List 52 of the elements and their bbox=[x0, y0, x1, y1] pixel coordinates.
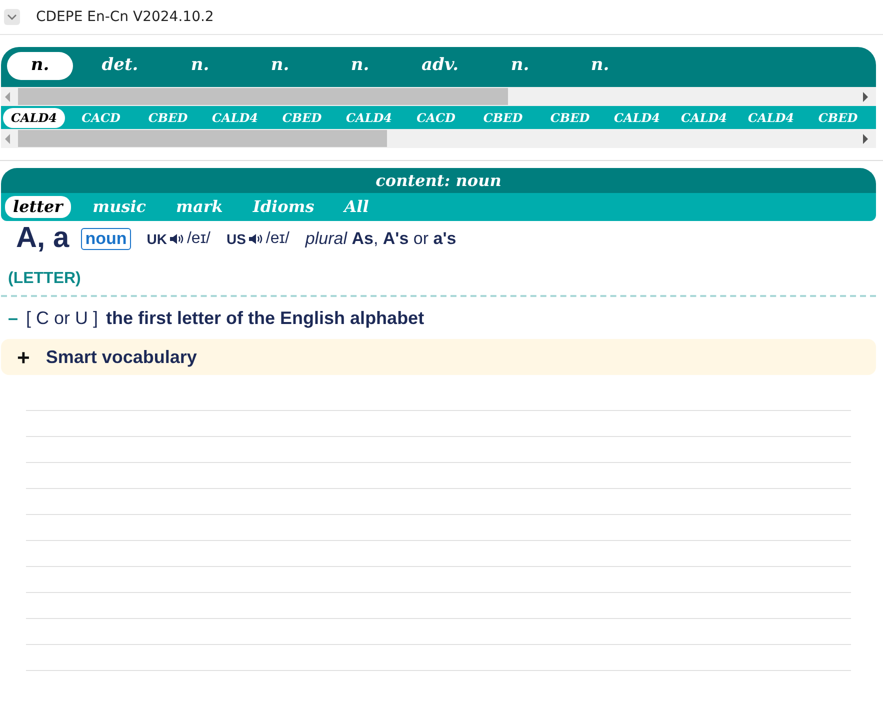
source-tab[interactable]: CACD bbox=[70, 108, 132, 128]
plural-forms: plural As, A's or a's bbox=[305, 228, 456, 250]
pos-tab[interactable]: n. bbox=[167, 52, 233, 80]
sense-tab[interactable]: music bbox=[84, 196, 154, 218]
section-label: Smart vocabulary bbox=[46, 346, 197, 369]
pos-tab[interactable]: adv. bbox=[407, 52, 473, 80]
part-of-speech: noun bbox=[81, 228, 131, 250]
scroll-left-icon[interactable] bbox=[5, 134, 10, 144]
source-tab[interactable]: CALD4 bbox=[673, 108, 735, 128]
source-tab[interactable]: CBED bbox=[539, 108, 601, 128]
source-tab[interactable]: CALD4 bbox=[740, 108, 802, 128]
sense-tab[interactable]: mark bbox=[168, 196, 231, 218]
scrollbar[interactable] bbox=[1, 87, 876, 106]
pos-tab[interactable]: n. bbox=[247, 52, 313, 80]
sense-tab[interactable]: Idioms bbox=[244, 196, 322, 218]
region-label: US bbox=[226, 230, 246, 248]
source-tab[interactable]: CBED bbox=[807, 108, 869, 128]
definition: the first letter of the English alphabet bbox=[106, 306, 424, 330]
pos-tab[interactable]: n. bbox=[7, 52, 73, 80]
pos-tab[interactable]: n. bbox=[487, 52, 553, 80]
source-tab[interactable]: CBED bbox=[472, 108, 534, 128]
scrollbar[interactable] bbox=[1, 129, 876, 148]
scroll-right-icon[interactable] bbox=[863, 134, 868, 144]
smart-vocabulary-bar[interactable]: + Smart vocabulary bbox=[1, 339, 876, 375]
content-title: content: noun bbox=[1, 168, 876, 193]
source-tab[interactable]: CALD4 bbox=[3, 108, 65, 128]
source-tab[interactable]: CALD4 bbox=[204, 108, 266, 128]
region-label: UK bbox=[146, 230, 167, 248]
grammar-code: [ C or U ] bbox=[26, 306, 98, 330]
app-title: CDEPE En-Cn V2024.10.2 bbox=[36, 8, 214, 26]
expand-toggle[interactable]: + bbox=[17, 340, 30, 374]
headword: A, a bbox=[16, 221, 70, 256]
guideword: (LETTER) bbox=[8, 270, 81, 287]
source-tab[interactable]: CALD4 bbox=[338, 108, 400, 128]
pos-tab[interactable]: det. bbox=[87, 52, 153, 80]
scroll-thumb[interactable] bbox=[18, 88, 508, 105]
source-tab[interactable]: CALD4 bbox=[606, 108, 668, 128]
source-tab[interactable]: CBED bbox=[271, 108, 333, 128]
collapse-toggle[interactable]: – bbox=[8, 304, 18, 332]
sense-tab[interactable]: letter bbox=[5, 196, 71, 218]
sense-tab[interactable]: All bbox=[336, 196, 377, 218]
ipa: /eɪ/ bbox=[186, 229, 210, 249]
expand-button[interactable] bbox=[4, 9, 20, 25]
ipa: /eɪ/ bbox=[266, 229, 290, 249]
speaker-icon[interactable] bbox=[248, 232, 264, 246]
source-tab[interactable]: CBED bbox=[137, 108, 199, 128]
chevron-down-icon bbox=[7, 13, 17, 21]
scroll-thumb[interactable] bbox=[18, 130, 387, 147]
source-tab[interactable]: CACD bbox=[405, 108, 467, 128]
speaker-icon[interactable] bbox=[168, 232, 185, 246]
pos-tab[interactable]: n. bbox=[327, 52, 393, 80]
pos-tab[interactable]: n. bbox=[567, 52, 633, 80]
